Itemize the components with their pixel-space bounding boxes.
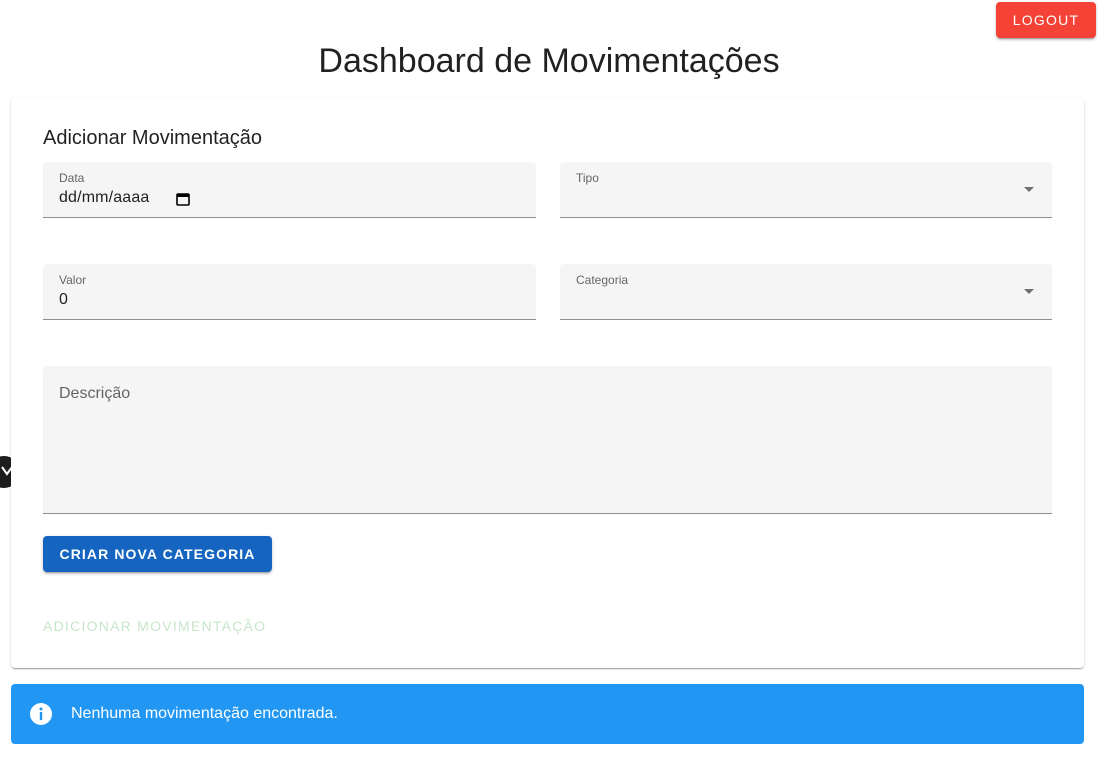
info-icon (30, 703, 52, 725)
info-alert: Nenhuma movimentação encontrada. (11, 684, 1084, 744)
type-label: Tipo (576, 171, 599, 185)
description-textarea[interactable]: Descrição (43, 366, 1052, 514)
date-value[interactable]: dd/mm/aaaa (59, 189, 149, 207)
description-placeholder: Descrição (59, 385, 131, 402)
add-movement-card: Adicionar Movimentação Data dd/mm/aaaa T… (11, 98, 1084, 668)
dropdown-arrow-icon[interactable] (1024, 187, 1034, 192)
dropdown-arrow-icon[interactable] (1024, 289, 1034, 294)
type-select[interactable]: Tipo (560, 162, 1052, 218)
amount-field[interactable]: Valor 0 (43, 264, 536, 320)
add-movement-button[interactable]: ADICIONAR MOVIMENTAÇÃO (43, 614, 266, 638)
page-title: Dashboard de Movimentações (318, 42, 780, 80)
card-title: Adicionar Movimentação (43, 127, 262, 149)
category-select[interactable]: Categoria (560, 264, 1052, 320)
create-category-button[interactable]: CRIAR NOVA CATEGORIA (43, 536, 272, 572)
alert-message: Nenhuma movimentação encontrada. (71, 705, 338, 722)
amount-value[interactable]: 0 (59, 291, 68, 309)
date-label: Data (59, 171, 85, 185)
amount-label: Valor (59, 273, 87, 287)
date-field[interactable]: Data dd/mm/aaaa (43, 162, 536, 218)
logout-button[interactable]: LOGOUT (996, 2, 1096, 38)
calendar-icon[interactable] (176, 192, 190, 206)
category-label: Categoria (576, 273, 629, 287)
